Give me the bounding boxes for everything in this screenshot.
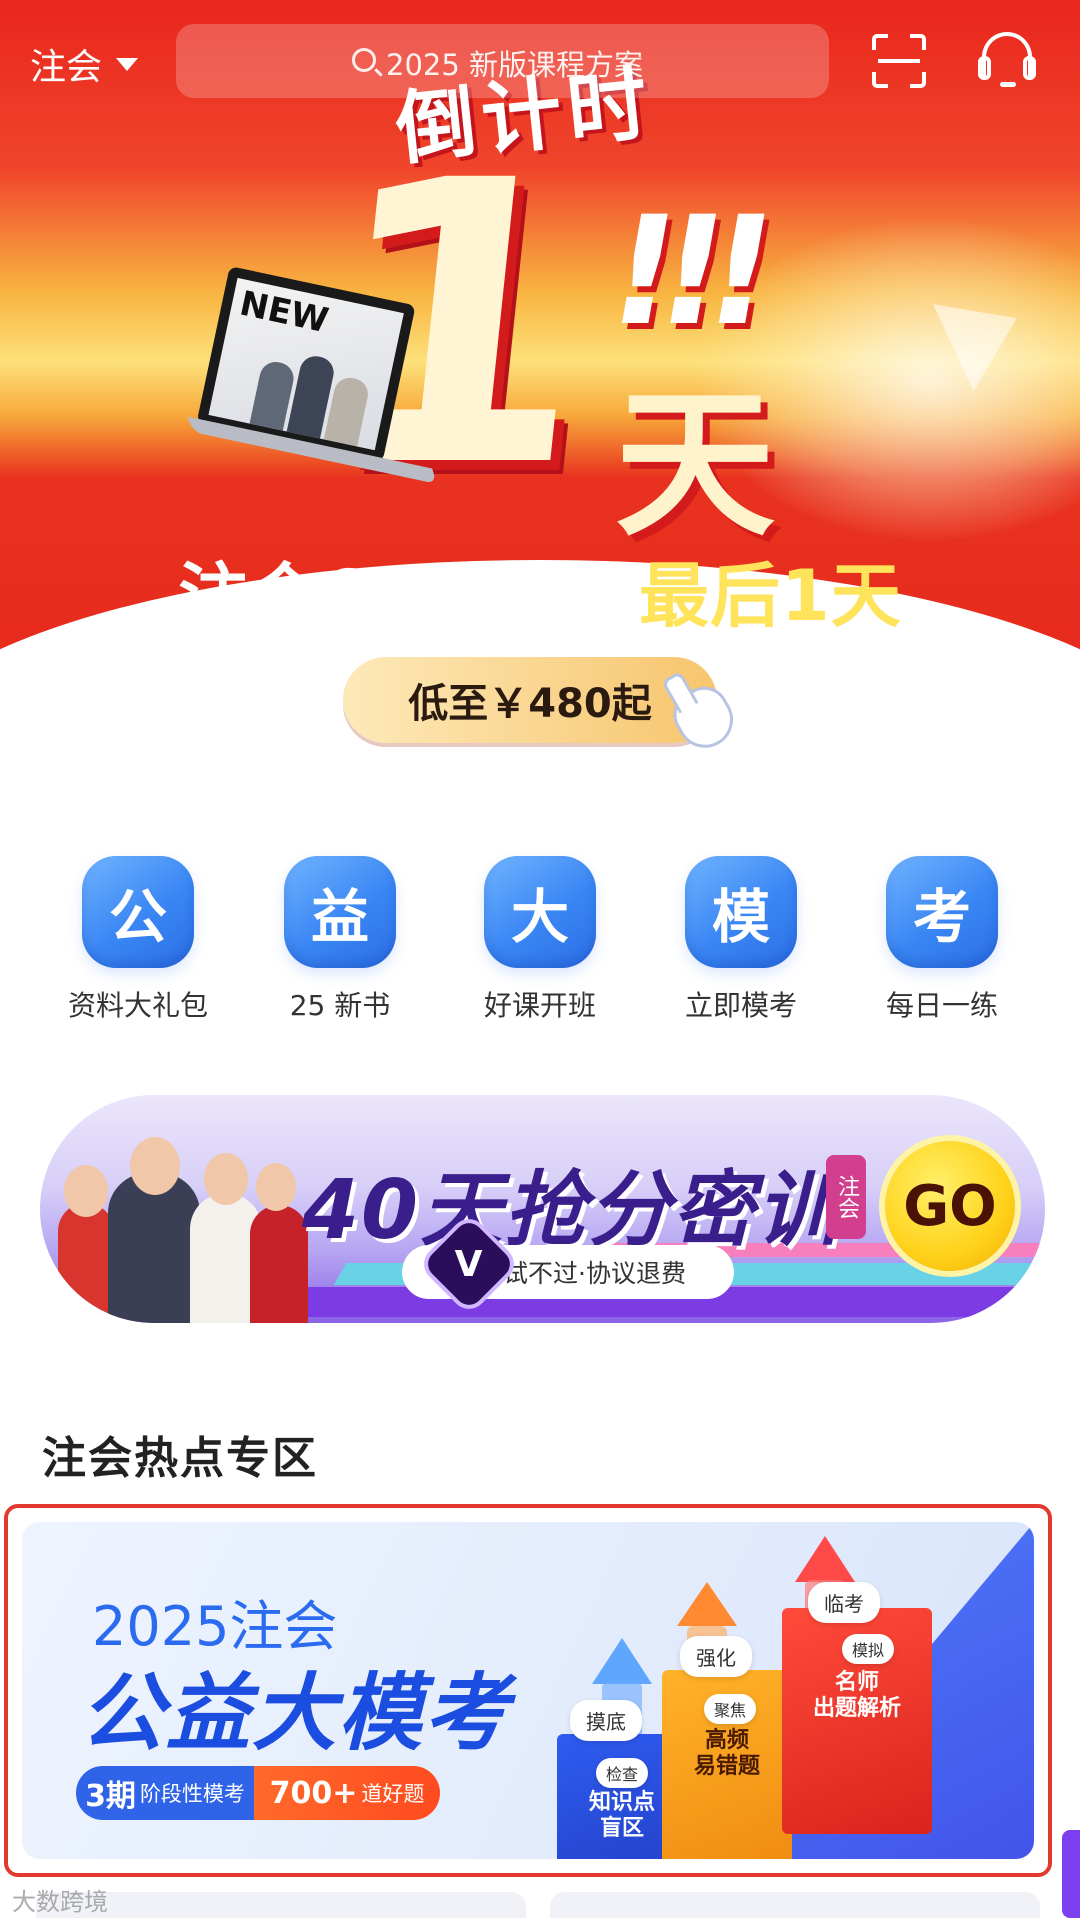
- step-tag: 摸底: [570, 1700, 642, 1741]
- up-arrow-icon: [795, 1536, 855, 1582]
- hero-headline-highlight: 最后1天: [639, 555, 902, 637]
- step-sub-tag: 聚焦: [704, 1694, 757, 1724]
- customer-service-icon[interactable]: [978, 30, 1036, 88]
- step-sub-tag: 检查: [596, 1758, 649, 1788]
- quick-entry-label: 好课开班: [483, 989, 596, 1022]
- side-floating-tab[interactable]: [1062, 1830, 1080, 1918]
- top-bar: 注会 2025 新版课程方案: [0, 0, 1080, 120]
- quick-entry-daily-practice[interactable]: 考 每日一练: [857, 856, 1027, 1024]
- caret-down-icon: [116, 57, 139, 71]
- card-feature-pill: 3期 阶段性模考 700+ 道好题: [76, 1766, 440, 1820]
- laptop-new-label: NEW: [236, 283, 332, 342]
- quick-entry-grid: 公 资料大礼包 益 25 新书 大 好课开班 模 立即模考 考 每日一练: [0, 856, 1080, 1026]
- quick-entry-new-books[interactable]: 益 25 新书: [255, 856, 425, 1024]
- watermark: 大数跨境: [12, 1888, 108, 1916]
- quick-entry-icon: 公: [82, 856, 194, 968]
- hero-headline-main: 注会618·返场: [178, 555, 639, 637]
- step-sub-tag: 模拟: [842, 1634, 895, 1664]
- pill-left-text: 阶段性模考: [139, 1782, 245, 1806]
- up-arrow-icon: [677, 1582, 737, 1626]
- exam-selector-label: 注会: [30, 47, 103, 88]
- quick-entry-label: 资料大礼包: [67, 989, 208, 1022]
- app-home-page: 倒计时 1 !!! 天 NEW 注会618·返场最后1天 低至￥480起 注会 …: [0, 0, 1080, 1918]
- quick-entry-icon: 模: [685, 856, 797, 968]
- quick-entry-icon: 益: [284, 856, 396, 968]
- go-button[interactable]: GO: [885, 1141, 1015, 1271]
- pill-left-strong: 3期: [85, 1779, 136, 1814]
- hero-exclamation: !!!: [594, 185, 771, 359]
- quick-entry-label: 25 新书: [289, 989, 391, 1022]
- mock-exam-card[interactable]: 2025注会 公益大模考 3期 阶段性模考 700+ 道好题 摸底 检查 知识点 盲…: [4, 1504, 1052, 1877]
- next-section-peek: [0, 1886, 1080, 1918]
- step-text: 名师 出题解析: [812, 1670, 901, 1722]
- step-text: 高频 易错题: [693, 1728, 760, 1780]
- card-title: 公益大模考: [80, 1664, 511, 1762]
- hero-banner[interactable]: 倒计时 1 !!! 天 NEW 注会618·返场最后1天 低至￥480起 注会 …: [0, 0, 1080, 770]
- up-arrow-icon: [592, 1638, 652, 1684]
- step-text: 知识点 盲区: [588, 1790, 655, 1842]
- scan-icon[interactable]: [872, 34, 926, 88]
- search-placeholder: 2025 新版课程方案: [386, 48, 644, 82]
- quick-entry-label: 立即模考: [684, 989, 797, 1022]
- quick-entry-label: 每日一练: [885, 989, 998, 1022]
- section-title: 注会热点专区: [42, 1433, 318, 1484]
- step-tag: 强化: [680, 1636, 752, 1677]
- v-logo-letter: V: [455, 1243, 483, 1285]
- step-tag: 临考: [808, 1582, 880, 1623]
- exam-selector[interactable]: 注会: [30, 38, 139, 90]
- promo-tag: 注会: [826, 1155, 866, 1239]
- pill-right-strong: 700+: [269, 1775, 358, 1811]
- search-icon: [352, 48, 376, 72]
- hero-headline: 注会618·返场最后1天: [0, 540, 1080, 641]
- mock-exam-card-banner: 2025注会 公益大模考 3期 阶段性模考 700+ 道好题 摸底 检查 知识点 盲…: [22, 1522, 1034, 1859]
- hero-day-text: 天: [615, 371, 776, 558]
- pill-right-text: 道好题: [361, 1782, 425, 1806]
- search-bar[interactable]: 2025 新版课程方案: [176, 24, 829, 98]
- teachers-illustration: [58, 1135, 318, 1323]
- quick-entry-icon: 大: [484, 856, 596, 968]
- quick-entry-mock-exam[interactable]: 模 立即模考: [656, 856, 826, 1024]
- quick-entry-icon: 考: [886, 856, 998, 968]
- quick-entry-courses[interactable]: 大 好课开班: [455, 856, 625, 1024]
- hero-cta-button[interactable]: 低至￥480起: [343, 657, 717, 743]
- quick-entry-materials[interactable]: 公 资料大礼包: [53, 856, 223, 1024]
